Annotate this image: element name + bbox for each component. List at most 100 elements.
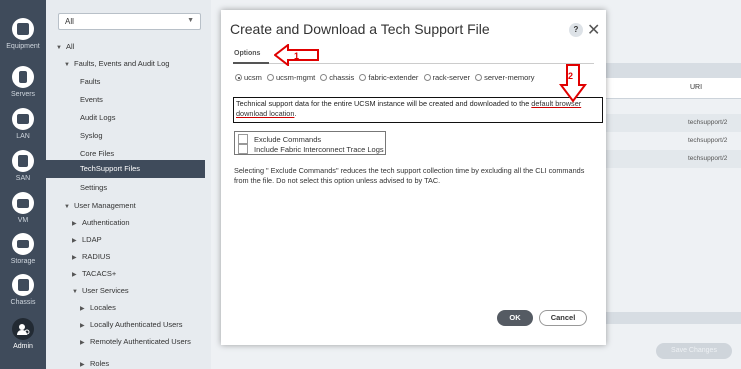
info-link-download-location: download location [236, 109, 295, 118]
tree-item-audit-logs[interactable]: Audit Logs [80, 109, 115, 127]
radio-label: server-memory [484, 73, 535, 82]
tree-item-locally-authenticated-users[interactable]: ▶ Locally Authenticated Users [80, 316, 183, 334]
tree-item-label: LDAP [82, 235, 102, 244]
checkbox-indicator [238, 144, 248, 154]
annotation-label-2: 2 [568, 71, 573, 81]
checkbox-label: Exclude Commands [254, 134, 322, 144]
rail-label: Admin [13, 343, 33, 350]
san-icon [12, 150, 34, 172]
tree-item-ldap[interactable]: ▶ LDAP [72, 231, 102, 249]
icon-rail: Equipment Servers LAN SAN VM Storage Cha… [0, 0, 46, 369]
tree-item-label: User Management [74, 201, 136, 210]
tree-item-label: Audit Logs [80, 113, 116, 122]
tree-item-label: Remotely Authenticated Users [90, 337, 191, 346]
radio-server-memory[interactable]: server-memory [475, 73, 535, 82]
tree-item-user-management[interactable]: ▼ User Management [64, 197, 136, 215]
ok-button[interactable]: OK [497, 310, 533, 326]
lan-icon [12, 108, 34, 130]
radio-ucsm-mgmt[interactable]: ucsm-mgmt [267, 73, 315, 82]
checkbox-exclude-commands[interactable]: Exclude Commands [238, 134, 321, 144]
rail-item-chassis[interactable]: Chassis [0, 274, 46, 306]
checkbox-label: Include Fabric Interconnect Trace Logs [254, 144, 384, 154]
tree-item-settings[interactable]: Settings [80, 179, 107, 197]
tree-item-label: RADIUS [82, 252, 111, 261]
info-message: Technical support data for the entire UC… [233, 97, 603, 123]
tree-item-events[interactable]: Events [80, 91, 103, 109]
tree-item-tacacs[interactable]: ▶ TACACS+ [72, 265, 116, 283]
tree-item-roles[interactable]: ▶ Roles [80, 355, 109, 369]
cancel-button[interactable]: Cancel [539, 310, 587, 326]
rail-item-lan[interactable]: LAN [0, 108, 46, 140]
rail-item-vm[interactable]: VM [0, 192, 46, 224]
rail-label: Chassis [10, 299, 36, 306]
radio-rack-server[interactable]: rack-server [423, 73, 471, 82]
rail-item-storage[interactable]: Storage [0, 233, 46, 265]
table-row[interactable]: techsupport/2 [598, 150, 741, 168]
rail-item-san[interactable]: SAN [0, 150, 46, 182]
tree-item-syslog[interactable]: Syslog [80, 127, 103, 145]
radio-label: rack-server [432, 73, 471, 82]
exclude-commands-note: Selecting " Exclude Commands" reduces th… [234, 166, 585, 185]
servers-icon [12, 66, 34, 88]
radio-fabric-extender[interactable]: fabric-extender [359, 73, 418, 82]
options-checkbox-group: Exclude Commands Include Fabric Intercon… [234, 131, 386, 155]
rail-label: SAN [15, 175, 31, 182]
tree-item-faults-events-audit[interactable]: ▼ Faults, Events and Audit Log [64, 55, 169, 73]
equipment-icon [12, 18, 34, 40]
tree-item-label: TACACS+ [82, 269, 117, 278]
rail-item-admin[interactable]: Admin [0, 318, 46, 350]
tab-options[interactable]: Options [234, 50, 260, 57]
radio-ucsm[interactable]: ucsm [235, 73, 262, 82]
radio-label: ucsm-mgmt [276, 73, 316, 82]
tree-item-techsupport-files[interactable]: TechSupport Files [46, 160, 205, 178]
vm-icon [12, 192, 34, 214]
tree-item-all[interactable]: ▼ All [56, 38, 74, 56]
storage-icon [12, 233, 34, 255]
radio-indicator [320, 74, 328, 81]
radio-label: chassis [329, 73, 355, 82]
tree-item-label: TechSupport Files [80, 164, 141, 173]
info-text: Technical support data for the entire UC… [236, 99, 532, 108]
table-row[interactable]: techsupport/2 [598, 114, 741, 132]
annotation-label-1: 1 [294, 51, 299, 61]
table-cell-uri: techsupport/2 [688, 137, 728, 144]
radio-chassis[interactable]: chassis [320, 73, 354, 82]
tree-item-faults[interactable]: Faults [80, 73, 100, 91]
nav-filter-select[interactable]: All ▼ [58, 13, 201, 30]
tree-item-label: Faults [80, 77, 101, 86]
radio-indicator [267, 74, 275, 81]
checkbox-indicator [238, 134, 248, 144]
collection-scope-radio-group: ucsm ucsm-mgmt chassis fabric-extender r… [235, 73, 538, 83]
tree-item-user-services[interactable]: ▼ User Services [72, 282, 129, 300]
close-icon[interactable]: ✕ [587, 20, 600, 40]
checkbox-include-fi-trace-logs[interactable]: Include Fabric Interconnect Trace Logs [238, 144, 384, 154]
caret-right-icon: ▶ [80, 340, 85, 346]
rail-label: VM [17, 217, 29, 224]
tree-item-radius[interactable]: ▶ RADIUS [72, 248, 110, 266]
radio-label: fabric-extender [368, 73, 419, 82]
tab-active-indicator [233, 62, 269, 64]
tree-item-label: Faults, Events and Audit Log [74, 59, 170, 68]
tree-item-label: Locales [90, 303, 116, 312]
tree-item-label: Core Files [80, 149, 115, 158]
info-end: . [294, 109, 297, 118]
help-icon[interactable]: ? [569, 23, 583, 37]
tree-item-label: Syslog [80, 131, 103, 140]
tree-item-label: Locally Authenticated Users [90, 320, 183, 329]
rail-label: Storage [10, 258, 36, 265]
tree-item-label: Events [80, 95, 103, 104]
admin-icon [12, 318, 34, 340]
tree-item-remotely-authenticated-users[interactable]: ▶ Remotely Authenticated Users [80, 333, 191, 351]
tree-item-locales[interactable]: ▶ Locales [80, 299, 116, 317]
annotation-arrow-2: 2 [559, 64, 587, 103]
rail-item-servers[interactable]: Servers [0, 66, 46, 98]
caret-down-icon: ▼ [64, 62, 70, 68]
rail-item-equipment[interactable]: Equipment [0, 18, 46, 50]
tree-item-authentication[interactable]: ▶ Authentication [72, 214, 130, 232]
dialog-title: Create and Download a Tech Support File [230, 21, 490, 37]
table-row[interactable]: techsupport/2 [598, 132, 741, 150]
save-changes-button[interactable]: Save Changes [656, 343, 732, 359]
annotation-arrow-1: 1 [274, 44, 319, 66]
caret-right-icon: ▶ [80, 362, 85, 368]
nav-filter-value: All [65, 17, 74, 26]
